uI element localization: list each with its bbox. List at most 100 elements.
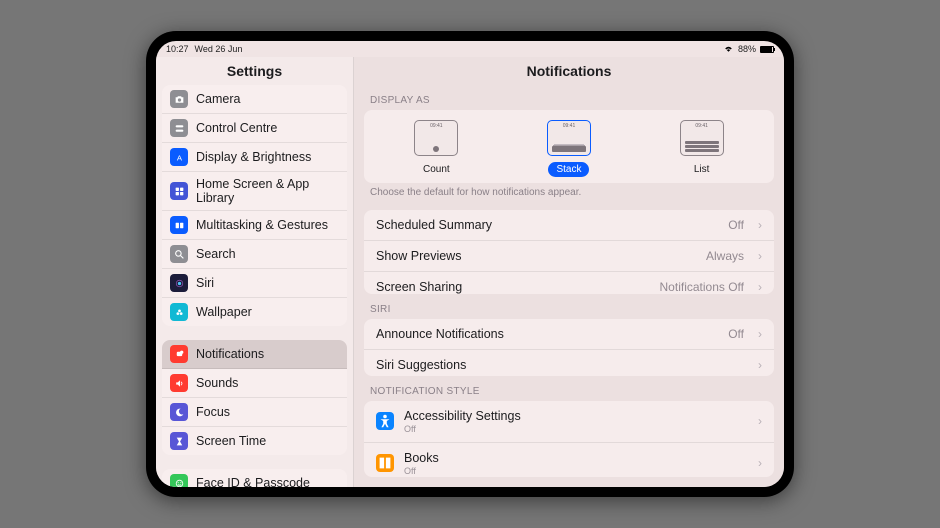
sidebar-item-search[interactable]: Search — [162, 240, 347, 269]
row-value: Always — [706, 249, 744, 263]
multitasking-icon — [170, 216, 188, 234]
general-row[interactable]: Scheduled SummaryOff› — [364, 210, 774, 241]
siri-header: SIRI — [354, 294, 784, 319]
notification-style-card: Accessibility SettingsOff›BooksOff› — [364, 401, 774, 477]
sidebar-item-label: Control Centre — [196, 121, 277, 135]
ipad-device: 10:27 Wed 26 Jun 88% Settings Camera Cont… — [146, 31, 794, 497]
preview-time: 09:41 — [417, 123, 455, 129]
style-row[interactable]: BooksOff › — [364, 443, 774, 477]
siri-icon — [170, 274, 188, 292]
chevron-right-icon: › — [758, 456, 762, 470]
chevron-right-icon: › — [758, 249, 762, 263]
sidebar-group: Face ID & PasscodePrivacy & Security — [162, 469, 347, 487]
preview-time: 09:41 — [683, 123, 721, 129]
chevron-right-icon: › — [758, 280, 762, 294]
sidebar-item-screen-time[interactable]: Screen Time — [162, 427, 347, 455]
general-row[interactable]: Screen Sharing Notifications Off › — [364, 272, 774, 295]
screen-time-icon — [170, 432, 188, 450]
sidebar-content[interactable]: Camera Control Centre A Display & Brightnes… — [156, 85, 353, 487]
chevron-right-icon: › — [758, 218, 762, 232]
general-row[interactable]: Show Previews Always › — [364, 241, 774, 272]
sidebar-item-label: Notifications — [196, 347, 264, 361]
sidebar-item-wallpaper[interactable]: Wallpaper — [162, 298, 347, 326]
siri-settings-card: Announce NotificationsOff›Siri Suggestio… — [364, 319, 774, 375]
battery-percent: 88% — [738, 44, 756, 54]
sidebar-item-label: Sounds — [196, 376, 238, 390]
style-header: NOTIFICATION STYLE — [354, 376, 784, 401]
row-label: Books — [404, 451, 744, 465]
focus-icon — [170, 403, 188, 421]
sidebar-item-label: Screen Time — [196, 434, 266, 448]
row-label: Siri Suggestions — [376, 358, 744, 372]
notifications-icon — [170, 345, 188, 363]
row-sublabel: Off — [404, 424, 744, 434]
sidebar-item-control-centre[interactable]: Control Centre — [162, 114, 347, 143]
display-as-card: 09:41Count09:41Stack09:41List — [364, 110, 774, 183]
sidebar-item-label: Search — [196, 247, 236, 261]
app-icon — [376, 412, 394, 430]
camera-notch — [440, 35, 500, 41]
search-icon — [170, 245, 188, 263]
row-label: Scheduled Summary — [376, 218, 718, 232]
app-icon — [376, 454, 394, 472]
chevron-right-icon: › — [758, 327, 762, 341]
sidebar-item-display-brightness[interactable]: A Display & Brightness — [162, 143, 347, 172]
home-screen-icon — [170, 182, 188, 200]
sidebar-item-focus[interactable]: Focus — [162, 398, 347, 427]
display-as-count[interactable]: 09:41 Count — [414, 120, 458, 177]
battery-icon — [760, 46, 774, 53]
display-as-label: Count — [415, 162, 458, 177]
display-as-footer: Choose the default for how notifications… — [354, 183, 784, 204]
preview-lines — [419, 146, 453, 152]
sidebar-item-label: Display & Brightness — [196, 150, 311, 164]
row-sublabel: Off — [404, 466, 744, 476]
sidebar-item-notifications[interactable]: Notifications — [162, 340, 347, 369]
svg-text:A: A — [176, 153, 182, 162]
chevron-right-icon: › — [758, 358, 762, 372]
row-value: Notifications Off — [660, 280, 744, 294]
wallpaper-icon — [170, 303, 188, 321]
sidebar-item-multitasking[interactable]: Multitasking & Gestures — [162, 211, 347, 240]
row-label: Screen Sharing — [376, 280, 650, 294]
preview-lines — [685, 141, 719, 152]
sounds-icon — [170, 374, 188, 392]
sidebar-item-label: Home Screen & App Library — [196, 177, 339, 205]
detail-title: Notifications — [354, 57, 784, 85]
sidebar-item-sounds[interactable]: Sounds — [162, 369, 347, 398]
display-preview: 09:41 — [680, 120, 724, 156]
faceid-icon — [170, 474, 188, 487]
status-date: Wed 26 Jun — [195, 44, 243, 54]
display-brightness-icon: A — [170, 148, 188, 166]
row-label: Accessibility Settings — [404, 409, 744, 423]
sidebar-item-faceid[interactable]: Face ID & Passcode — [162, 469, 347, 487]
sidebar-group: Camera Control Centre A Display & Brightnes… — [162, 85, 347, 326]
display-as-options: 09:41Count09:41Stack09:41List — [364, 110, 774, 183]
preview-time: 09:41 — [550, 123, 588, 129]
control-centre-icon — [170, 119, 188, 137]
settings-sidebar: Settings Camera Control Centre A Display & … — [156, 57, 354, 487]
row-label: Show Previews — [376, 249, 696, 263]
sidebar-item-home-screen[interactable]: Home Screen & App Library — [162, 172, 347, 211]
style-row[interactable]: Accessibility SettingsOff› — [364, 401, 774, 443]
siri-row[interactable]: Siri Suggestions › — [364, 350, 774, 375]
display-as-list[interactable]: 09:41 List — [680, 120, 724, 177]
detail-pane[interactable]: Notifications DISPLAY AS 09:41Count09:41… — [354, 57, 784, 487]
general-settings-card: Scheduled SummaryOff› Show Previews Always… — [364, 210, 774, 295]
status-bar: 10:27 Wed 26 Jun 88% — [156, 41, 784, 57]
screen: 10:27 Wed 26 Jun 88% Settings Camera Cont… — [156, 41, 784, 487]
sidebar-item-label: Siri — [196, 276, 214, 290]
preview-lines — [552, 146, 586, 152]
sidebar-title: Settings — [156, 57, 353, 85]
row-label: Announce Notifications — [376, 327, 718, 341]
status-time: 10:27 — [166, 44, 189, 54]
sidebar-item-label: Wallpaper — [196, 305, 252, 319]
display-as-label: List — [686, 162, 718, 177]
sidebar-item-label: Multitasking & Gestures — [196, 218, 328, 232]
display-as-stack[interactable]: 09:41Stack — [547, 120, 591, 177]
siri-row[interactable]: Announce NotificationsOff› — [364, 319, 774, 350]
display-preview: 09:41 — [414, 120, 458, 156]
wifi-icon — [723, 45, 734, 53]
sidebar-item-camera[interactable]: Camera — [162, 85, 347, 114]
sidebar-item-siri[interactable]: Siri — [162, 269, 347, 298]
display-preview: 09:41 — [547, 120, 591, 156]
